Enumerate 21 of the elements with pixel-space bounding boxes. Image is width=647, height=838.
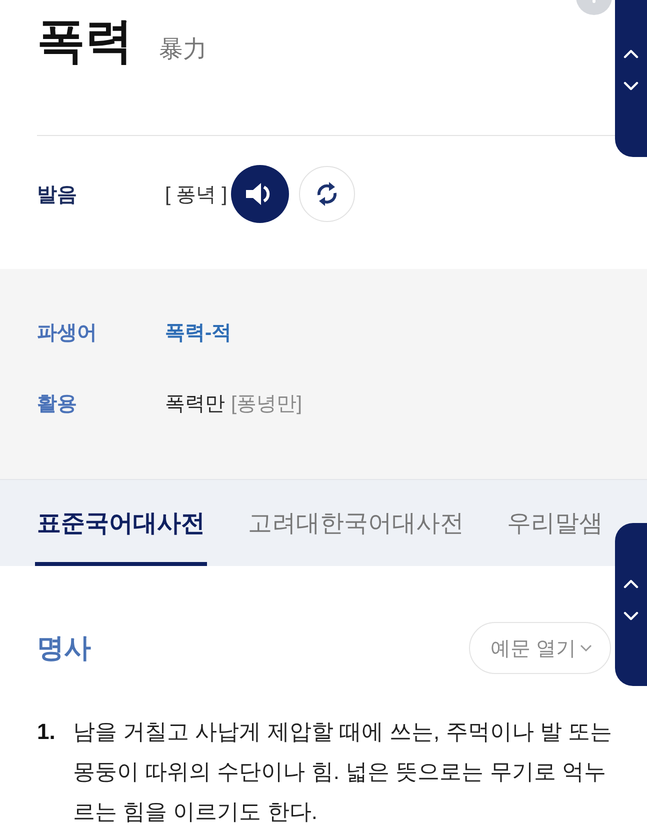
dictionary-tab[interactable]: 표준국어대사전 (35, 480, 207, 566)
hanja: 暴力 (159, 35, 207, 65)
chevron-up-icon[interactable] (623, 48, 639, 58)
pronunciation-text: [ 퐁녁 ] (165, 182, 228, 208)
pronunciation-label: 발음 (37, 182, 78, 208)
inflected-form: 폭력만 (165, 392, 225, 416)
examples-button[interactable]: 예문 열기 (469, 622, 611, 674)
chevron-down-icon[interactable] (623, 80, 639, 90)
chevron-down-icon (580, 644, 592, 652)
definition-number: 1. (37, 718, 56, 746)
chevron-up-icon[interactable] (623, 578, 639, 588)
definition-text: 남을 거칠고 사납게 제압할 때에 쓰는, 주먹이나 발 또는 몽둥이 따위의 수단이나 힘. 넓은 뜻으로는 무기로 억누르는 힘을 이르기도 한다. (73, 718, 613, 826)
derived-word-link[interactable]: 폭력-적 (165, 318, 232, 346)
dictionary-tab[interactable]: 고려대한국어대사전 (246, 480, 466, 566)
dictionary-tab[interactable]: 우리말샘 (505, 480, 605, 566)
inflected-pronunciation: [퐁녕만] (231, 392, 302, 416)
headword: 폭력 (37, 14, 133, 70)
part-of-speech: 명사 (37, 632, 91, 665)
detail-label: 활용 (37, 392, 78, 416)
detail-label: 파생어 (37, 320, 98, 346)
chevron-down-icon[interactable] (623, 610, 639, 620)
